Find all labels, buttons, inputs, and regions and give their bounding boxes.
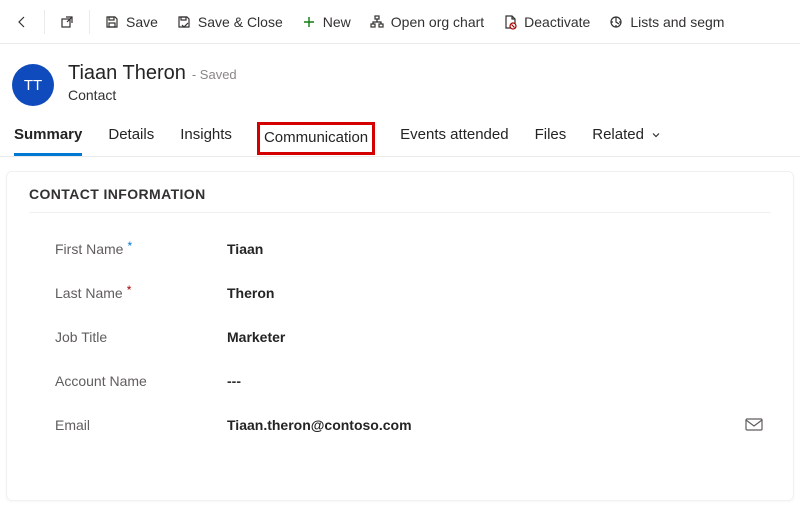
last-name-value: Theron [227,285,274,301]
last-name-label: Last Name [55,285,123,301]
save-icon [104,14,120,30]
field-last-name[interactable]: Last Name * Theron [29,271,771,315]
first-name-value: Tiaan [227,241,263,257]
separator [44,10,45,34]
tab-summary-label: Summary [14,126,82,143]
email-value: Tiaan.theron@contoso.com [227,417,412,433]
required-mark: * [127,283,132,297]
field-email[interactable]: Email Tiaan.theron@contoso.com [29,403,771,447]
panel-title: CONTACT INFORMATION [29,186,771,213]
avatar-initials: TT [24,77,42,94]
org-chart-icon [369,14,385,30]
tab-bar: Summary Details Insights Communication E… [0,112,800,157]
open-org-button[interactable]: Open org chart [361,8,492,36]
field-account-name[interactable]: Account Name --- [29,359,771,403]
mail-icon[interactable] [745,418,763,432]
first-name-label: First Name [55,241,123,257]
tab-events-label: Events attended [400,126,508,143]
tab-events[interactable]: Events attended [400,126,508,156]
email-label: Email [55,417,90,433]
account-name-label: Account Name [55,373,147,389]
field-label: Email [55,417,227,433]
open-in-new-icon [59,14,75,30]
lists-icon [608,14,624,30]
save-close-label: Save & Close [198,14,283,30]
deactivate-button[interactable]: Deactivate [494,8,598,36]
deactivate-icon [502,14,518,30]
account-name-value: --- [227,373,241,389]
field-label: Last Name * [55,285,227,301]
back-button[interactable] [6,8,38,36]
new-label: New [323,14,351,30]
job-title-label: Job Title [55,329,107,345]
recommended-mark: * [127,239,132,253]
save-close-button[interactable]: Save & Close [168,8,291,36]
field-job-title[interactable]: Job Title Marketer [29,315,771,359]
field-label: Job Title [55,329,227,345]
separator [89,10,90,34]
save-label: Save [126,14,158,30]
field-label: Account Name [55,373,227,389]
tab-details[interactable]: Details [108,126,154,156]
plus-icon [301,14,317,30]
save-button[interactable]: Save [96,8,166,36]
title-block: Tiaan Theron - Saved Contact [68,62,237,103]
record-subtitle: Contact [68,87,237,103]
tab-files-label: Files [535,126,567,143]
record-title: Tiaan Theron [68,62,186,85]
open-in-new-button[interactable] [51,8,83,36]
tab-related-label: Related [592,126,644,143]
field-first-name[interactable]: First Name * Tiaan [29,227,771,271]
saved-indicator: - Saved [192,67,237,82]
tab-summary[interactable]: Summary [14,126,82,156]
command-bar: Save Save & Close New Open org chart Dea… [0,0,800,44]
deactivate-label: Deactivate [524,14,590,30]
avatar: TT [12,64,54,106]
tab-insights-label: Insights [180,126,232,143]
job-title-value: Marketer [227,329,285,345]
lists-label: Lists and segm [630,14,724,30]
field-label: First Name * [55,241,227,257]
chevron-down-icon [650,129,662,141]
record-header: TT Tiaan Theron - Saved Contact [0,44,800,112]
new-button[interactable]: New [293,8,359,36]
tab-files[interactable]: Files [535,126,567,156]
save-close-icon [176,14,192,30]
tab-insights[interactable]: Insights [180,126,232,156]
tab-communication[interactable]: Communication [258,123,374,154]
lists-segments-button[interactable]: Lists and segm [600,8,732,36]
back-arrow-icon [14,14,30,30]
contact-information-panel: CONTACT INFORMATION First Name * Tiaan L… [6,171,794,501]
open-org-label: Open org chart [391,14,484,30]
tab-related[interactable]: Related [592,126,662,156]
tab-communication-label: Communication [264,129,368,146]
tab-details-label: Details [108,126,154,143]
